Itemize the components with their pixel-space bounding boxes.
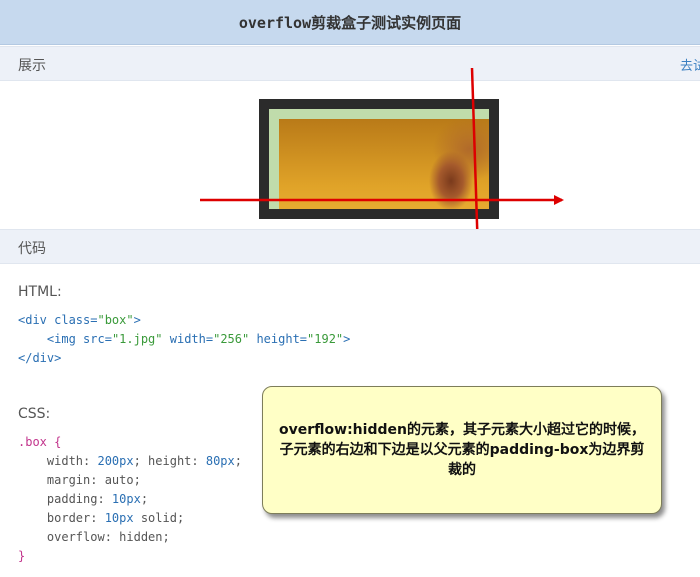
demo-section-label: 展示 (18, 58, 46, 74)
code-token: 200px (97, 454, 134, 468)
callout-text: overflow:hidden的元素，其子元素大小超过它的时候，子元素的右边和下… (279, 422, 645, 478)
code-token: </div> (18, 351, 62, 365)
code-token: ; height: (133, 454, 206, 468)
code-token: margin: auto; (18, 473, 141, 487)
code-token: "box" (97, 313, 134, 327)
demo-section-header: 展示 去试 (0, 46, 700, 81)
code-token: "256" (213, 332, 250, 346)
code-token: "1.jpg" (111, 332, 163, 346)
code-token: ; (234, 454, 242, 468)
code-token: ; (140, 492, 149, 506)
code-token: 80px (205, 454, 235, 468)
code-section-label: 代码 (18, 241, 46, 257)
code-token: 10px (104, 511, 134, 525)
code-token: "192" (307, 332, 344, 346)
code-token: <img (18, 332, 84, 346)
code-token: height= (249, 332, 308, 346)
overflow-demo-box (259, 99, 499, 219)
html-label: HTML: (18, 284, 62, 300)
try-link[interactable]: 去试 (680, 55, 700, 74)
code-token: width: (18, 454, 98, 468)
code-token: solid; (133, 511, 185, 525)
code-token: .box { (18, 435, 62, 449)
code-token: width= (162, 332, 214, 346)
html-code-block: <div class="box"> <img src="1.jpg" width… (18, 311, 350, 368)
code-token: src= (83, 332, 112, 346)
css-code-block: .box { width: 200px; height: 80px; margi… (18, 433, 242, 566)
code-token: > (133, 313, 141, 327)
code-token: } (18, 549, 26, 563)
code-token: > (343, 332, 351, 346)
annotation-callout: overflow:hidden的元素，其子元素大小超过它的时候，子元素的右边和下… (262, 386, 662, 514)
code-token: border: (18, 511, 105, 525)
code-token: overflow: hidden; (18, 530, 170, 544)
code-section-header: 代码 (0, 229, 700, 264)
code-token: 10px (111, 492, 141, 506)
css-label: CSS: (18, 406, 51, 422)
page-title-bar: overflow剪裁盒子测试实例页面 (0, 0, 700, 45)
code-token: <div (18, 313, 55, 327)
demo-image (279, 119, 489, 209)
code-token: class= (54, 313, 98, 327)
code-token: padding: (18, 492, 112, 506)
page-title: overflow剪裁盒子测试实例页面 (238, 13, 462, 32)
